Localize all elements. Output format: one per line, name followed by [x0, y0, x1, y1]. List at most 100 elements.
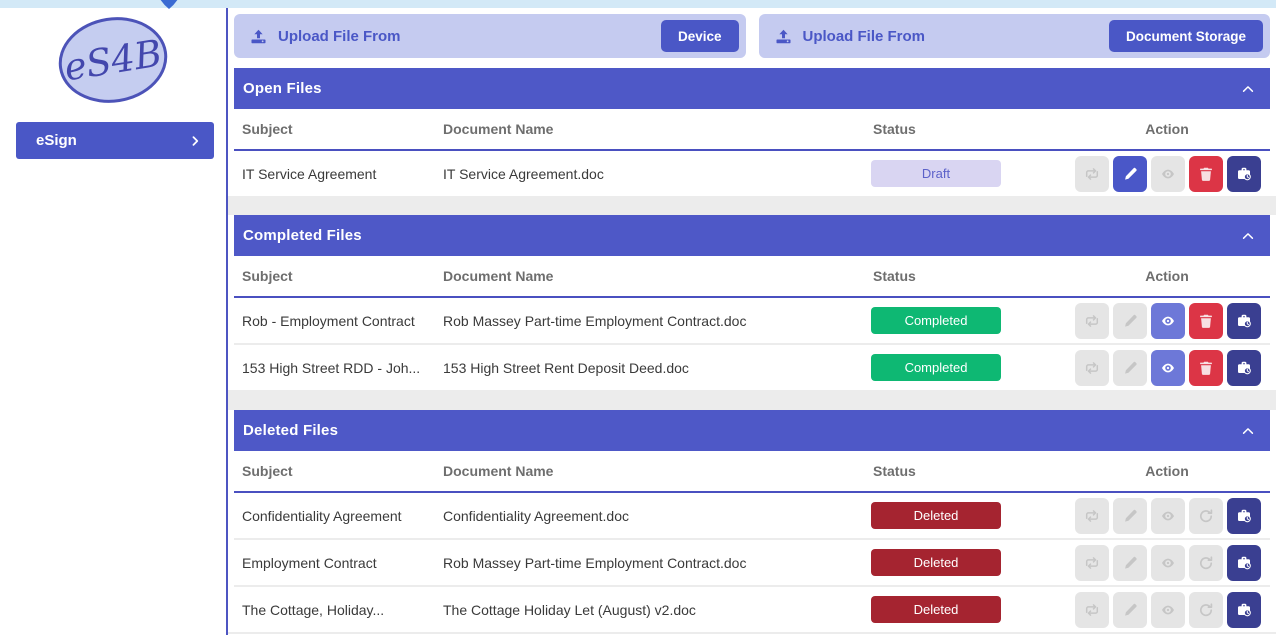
- status-badge: Completed: [871, 307, 1001, 334]
- cursor-tip: [158, 0, 180, 9]
- resend-button: [1075, 350, 1109, 386]
- resend-icon: [1084, 602, 1100, 618]
- view-button[interactable]: [1151, 350, 1185, 386]
- status-badge: Deleted: [871, 549, 1001, 576]
- edit-icon: [1122, 313, 1138, 329]
- status-badge: Deleted: [871, 596, 1001, 623]
- resend-icon: [1084, 166, 1100, 182]
- column-header-subject: Subject: [234, 463, 443, 479]
- column-header-document-name: Document Name: [443, 121, 871, 137]
- collapse-icon[interactable]: [1239, 81, 1257, 97]
- resend-button: [1075, 156, 1109, 192]
- resend-icon: [1084, 360, 1100, 376]
- upload-icon: [250, 28, 267, 45]
- column-header-action: Action: [1070, 268, 1270, 284]
- delete-button[interactable]: [1189, 350, 1223, 386]
- sidebar-item-esign[interactable]: eSign: [16, 122, 214, 159]
- view-button: [1151, 498, 1185, 534]
- restore-button: [1189, 592, 1223, 628]
- edit-button: [1113, 498, 1147, 534]
- delete-icon: [1198, 313, 1214, 329]
- audit-icon: [1236, 602, 1252, 618]
- view-icon: [1160, 166, 1176, 182]
- row-document-name: IT Service Agreement.doc: [443, 166, 871, 182]
- delete-icon: [1198, 166, 1214, 182]
- column-header-action: Action: [1070, 121, 1270, 137]
- edit-icon: [1122, 555, 1138, 571]
- audit-icon: [1236, 360, 1252, 376]
- status-badge: Draft: [871, 160, 1001, 187]
- resend-icon: [1084, 555, 1100, 571]
- section-header-deleted-files[interactable]: Deleted Files: [234, 410, 1270, 451]
- edit-icon: [1122, 166, 1138, 182]
- sidebar-item-label: eSign: [36, 132, 77, 149]
- row-subject: Confidentiality Agreement: [234, 508, 443, 524]
- column-header-subject: Subject: [234, 268, 443, 284]
- collapse-icon[interactable]: [1239, 423, 1257, 439]
- table-row: Confidentiality Agreement Confidentialit…: [234, 493, 1270, 540]
- audit-history-button[interactable]: [1227, 303, 1261, 339]
- delete-button[interactable]: [1189, 156, 1223, 192]
- collapse-icon[interactable]: [1239, 228, 1257, 244]
- section-open-files: Open Files Subject Document Name Status …: [234, 68, 1270, 196]
- section-header-completed-files[interactable]: Completed Files: [234, 215, 1270, 256]
- table-row: Rob - Employment Contract Rob Massey Par…: [234, 298, 1270, 345]
- delete-icon: [1198, 360, 1214, 376]
- audit-icon: [1236, 555, 1252, 571]
- view-button[interactable]: [1151, 303, 1185, 339]
- upload-document-storage-button[interactable]: Document Storage: [1109, 20, 1263, 52]
- audit-icon: [1236, 166, 1252, 182]
- bottom-divider: [228, 632, 1276, 634]
- row-document-name: Rob Massey Part-time Employment Contract…: [443, 555, 871, 571]
- table-header: Subject Document Name Status Action: [234, 256, 1270, 298]
- upload-device-button[interactable]: Device: [661, 20, 739, 52]
- main-content: Upload File From Device Upload File From…: [228, 8, 1276, 635]
- sidebar: eS4B eSign: [0, 8, 226, 635]
- section-title: Open Files: [243, 80, 322, 97]
- status-badge: Deleted: [871, 502, 1001, 529]
- table-row: 153 High Street RDD - Joh... 153 High St…: [234, 345, 1270, 390]
- column-header-document-name: Document Name: [443, 463, 871, 479]
- column-header-action: Action: [1070, 463, 1270, 479]
- section-completed-files: Completed Files Subject Document Name St…: [234, 215, 1270, 390]
- resend-button: [1075, 545, 1109, 581]
- audit-history-button[interactable]: [1227, 545, 1261, 581]
- restore-button: [1189, 498, 1223, 534]
- edit-button[interactable]: [1113, 156, 1147, 192]
- edit-button: [1113, 545, 1147, 581]
- table-row: IT Service Agreement IT Service Agreemen…: [234, 151, 1270, 196]
- resend-button: [1075, 592, 1109, 628]
- view-button: [1151, 592, 1185, 628]
- audit-history-button[interactable]: [1227, 498, 1261, 534]
- restore-icon: [1198, 508, 1214, 524]
- delete-button[interactable]: [1189, 303, 1223, 339]
- section-title: Deleted Files: [243, 422, 338, 439]
- edit-icon: [1122, 602, 1138, 618]
- view-button: [1151, 545, 1185, 581]
- table-row: The Cottage, Holiday... The Cottage Holi…: [234, 587, 1270, 632]
- top-accent-strip: [0, 0, 1276, 8]
- view-icon: [1160, 555, 1176, 571]
- audit-history-button[interactable]: [1227, 156, 1261, 192]
- audit-history-button[interactable]: [1227, 592, 1261, 628]
- column-header-subject: Subject: [234, 121, 443, 137]
- status-badge: Completed: [871, 354, 1001, 381]
- column-header-status: Status: [871, 121, 1070, 137]
- table-header: Subject Document Name Status Action: [234, 451, 1270, 493]
- row-subject: Employment Contract: [234, 555, 443, 571]
- audit-icon: [1236, 508, 1252, 524]
- upload-bar-document-storage: Upload File From Document Storage: [759, 14, 1271, 58]
- edit-icon: [1122, 360, 1138, 376]
- section-header-open-files[interactable]: Open Files: [234, 68, 1270, 109]
- edit-icon: [1122, 508, 1138, 524]
- upload-icon: [775, 28, 792, 45]
- row-subject: IT Service Agreement: [234, 166, 443, 182]
- resend-button: [1075, 498, 1109, 534]
- resend-icon: [1084, 508, 1100, 524]
- row-document-name: Rob Massey Part-time Employment Contract…: [443, 313, 871, 329]
- audit-icon: [1236, 313, 1252, 329]
- table-header: Subject Document Name Status Action: [234, 109, 1270, 151]
- section-title: Completed Files: [243, 227, 362, 244]
- upload-bar-device: Upload File From Device: [234, 14, 746, 58]
- audit-history-button[interactable]: [1227, 350, 1261, 386]
